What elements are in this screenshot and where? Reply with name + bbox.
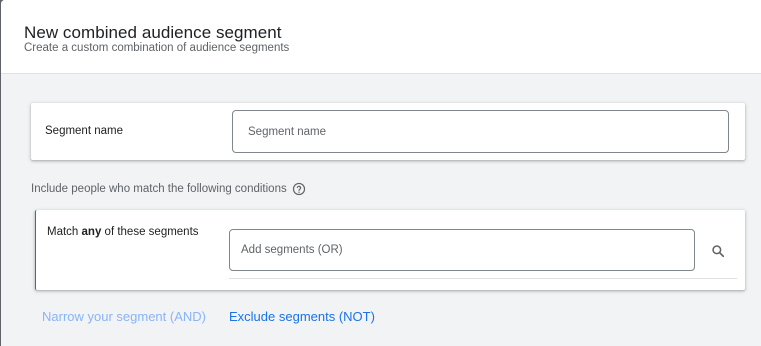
segment-name-label: Segment name: [45, 125, 123, 137]
match-segments-card: Match any of these segments Add segments…: [35, 210, 745, 290]
dialog-title: New combined audience segment: [24, 23, 282, 42]
help-circle-icon[interactable]: [292, 182, 306, 196]
segment-name-input[interactable]: Segment name: [232, 110, 729, 153]
dialog-subtitle: Create a custom combination of audience …: [24, 42, 290, 54]
narrow-segment-link[interactable]: Narrow your segment (AND): [42, 309, 206, 324]
exclude-segments-link[interactable]: Exclude segments (NOT): [229, 309, 375, 324]
input-underline: [229, 278, 737, 279]
combined-segment-dialog: New combined audience segment Create a c…: [1, 0, 761, 346]
match-segments-label: Match any of these segments: [47, 226, 199, 238]
conditions-text: Include people who match the following c…: [31, 183, 287, 195]
search-icon[interactable]: [705, 238, 731, 264]
conditions-label: Include people who match the following c…: [31, 182, 306, 196]
segment-name-placeholder: Segment name: [248, 125, 326, 138]
dialog-header: New combined audience segment Create a c…: [1, 0, 761, 74]
add-segments-placeholder: Add segments (OR): [241, 244, 343, 256]
segment-name-card: Segment name Segment name: [31, 103, 745, 160]
match-prefix: Match: [47, 226, 79, 238]
add-segments-input[interactable]: Add segments (OR): [229, 229, 695, 271]
match-emphasis: any: [81, 226, 102, 238]
match-suffix: of these segments: [101, 226, 199, 238]
